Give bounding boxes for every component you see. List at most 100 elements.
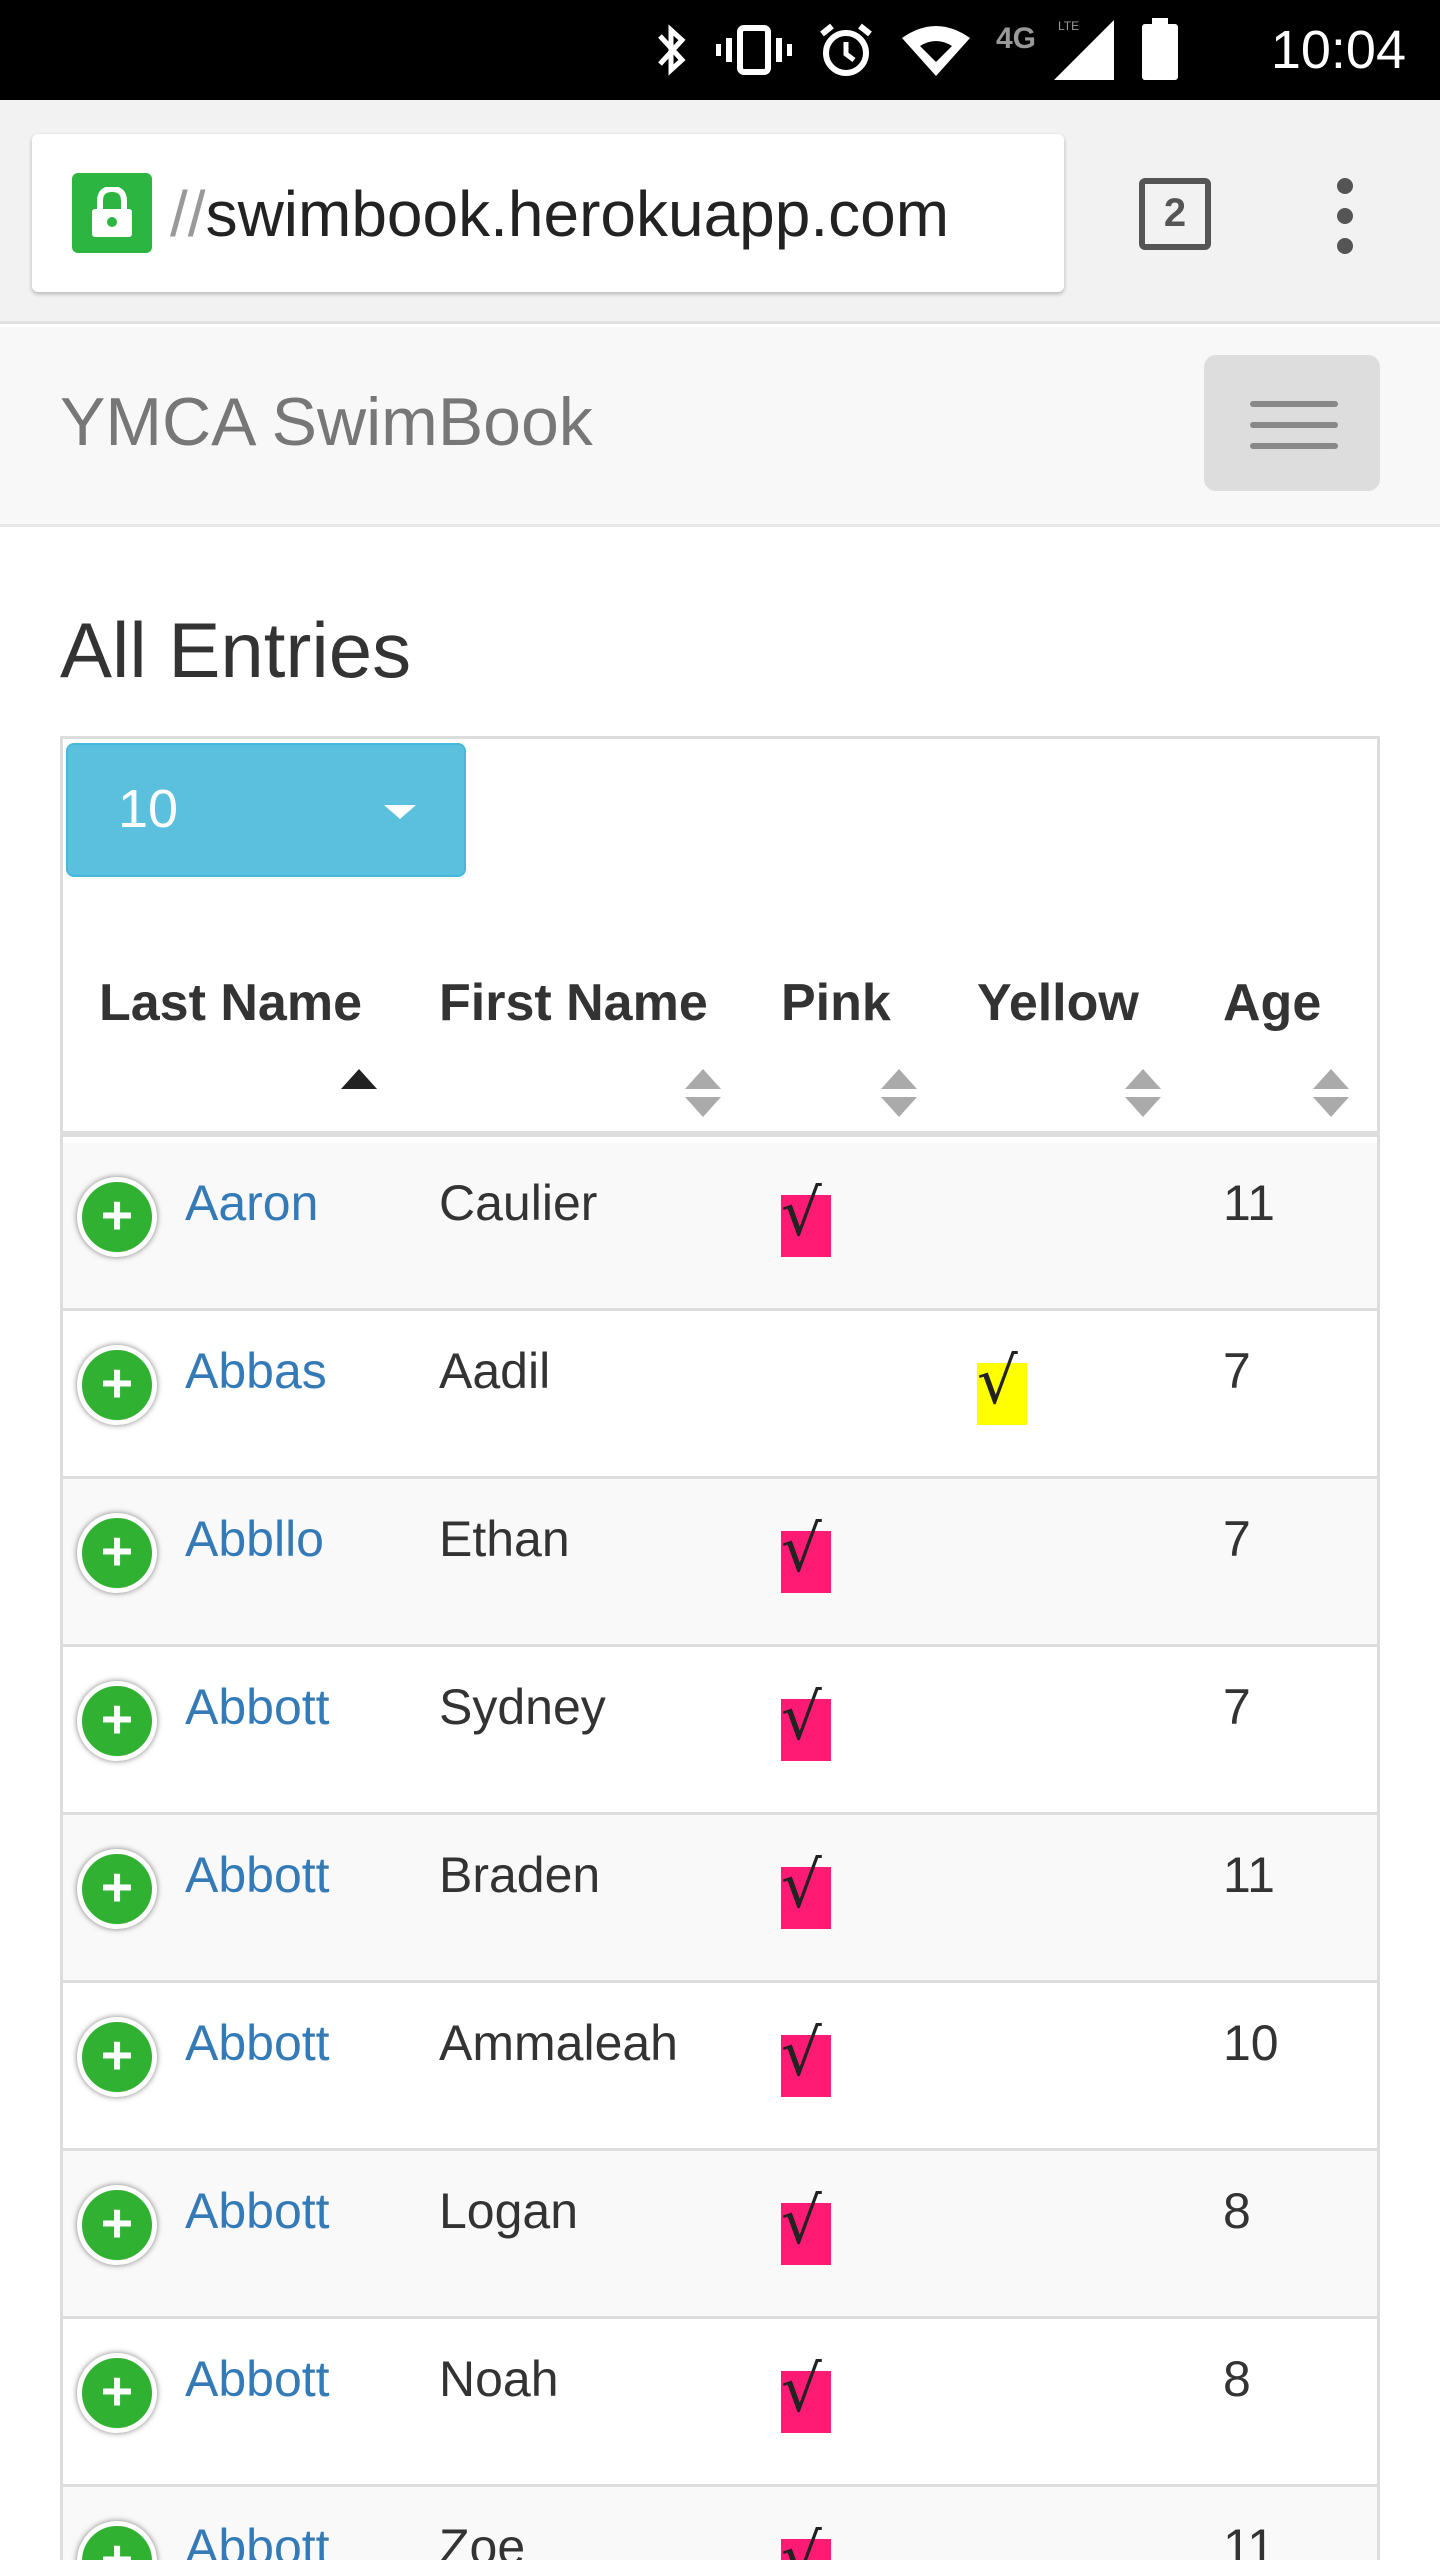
expand-row-icon[interactable]: + bbox=[77, 2017, 157, 2097]
age-cell: 10 bbox=[1223, 2015, 1279, 2071]
sort-both-icon bbox=[685, 1069, 721, 1121]
column-header-first-name[interactable]: First Name bbox=[403, 877, 747, 1137]
expand-row-icon[interactable]: + bbox=[77, 1513, 157, 1593]
lock-icon bbox=[72, 173, 152, 253]
first-name-cell: Aadil bbox=[439, 1343, 551, 1399]
pink-check-icon: √ bbox=[781, 2523, 831, 2560]
browser-menu-icon[interactable] bbox=[1330, 178, 1360, 254]
page-title: All Entries bbox=[60, 606, 412, 694]
svg-text:LTE: LTE bbox=[1058, 19, 1079, 33]
table-row: + Abbott Braden √ 11 bbox=[63, 1815, 1377, 1983]
column-header-pink[interactable]: Pink bbox=[747, 877, 943, 1137]
pink-check-icon: √ bbox=[781, 2019, 831, 2097]
age-cell: 8 bbox=[1223, 2183, 1251, 2239]
first-name-cell: Sydney bbox=[439, 1679, 606, 1735]
signal-icon: 4G LTE bbox=[996, 19, 1114, 80]
table-row: + Aaron Caulier √ 11 bbox=[63, 1143, 1377, 1311]
sort-both-icon bbox=[1313, 1069, 1349, 1121]
tab-switcher-button[interactable]: 2 bbox=[1139, 178, 1211, 250]
age-cell: 11 bbox=[1223, 1175, 1275, 1231]
last-name-link[interactable]: Abbott bbox=[185, 2347, 330, 2411]
caret-down-icon bbox=[384, 805, 416, 819]
nav-toggle-button[interactable] bbox=[1204, 355, 1380, 491]
expand-row-icon[interactable]: + bbox=[77, 1177, 157, 1257]
last-name-link[interactable]: Aaron bbox=[185, 1171, 318, 1235]
age-cell: 8 bbox=[1223, 2351, 1251, 2407]
status-icons: 4G LTE bbox=[652, 18, 1180, 82]
column-header-age[interactable]: Age bbox=[1187, 877, 1377, 1137]
first-name-cell: Zoe bbox=[439, 2519, 526, 2560]
first-name-cell: Caulier bbox=[439, 1175, 598, 1231]
last-name-link[interactable]: Abbllo bbox=[185, 1507, 324, 1571]
sort-both-icon bbox=[1125, 1069, 1161, 1121]
sort-both-icon bbox=[881, 1069, 917, 1121]
table-row: + Abbott Zoe √ 11 bbox=[63, 2487, 1377, 2560]
network-type-label: 4G bbox=[996, 22, 1036, 55]
first-name-cell: Ammaleah bbox=[439, 2015, 678, 2071]
url-scheme-fragment: // bbox=[170, 178, 206, 250]
pink-check-icon: √ bbox=[781, 1515, 831, 1593]
table-header: Last Name First Name Pink Yellow Age bbox=[63, 877, 1377, 1137]
checkmark-icon: √ bbox=[781, 2353, 822, 2427]
status-bar: 4G LTE 10:04 bbox=[0, 0, 1440, 100]
table-row: + Abbott Noah √ 8 bbox=[63, 2319, 1377, 2487]
battery-icon bbox=[1142, 18, 1178, 80]
expand-row-icon[interactable]: + bbox=[77, 1849, 157, 1929]
table-row: + Abbas Aadil √ 7 bbox=[63, 1311, 1377, 1479]
age-cell: 7 bbox=[1223, 1343, 1251, 1399]
entries-table: 10 Last Name First Name Pink Yellow Age … bbox=[60, 736, 1380, 2560]
column-header-yellow[interactable]: Yellow bbox=[943, 877, 1187, 1137]
table-row: + Abbott Sydney √ 7 bbox=[63, 1647, 1377, 1815]
table-row: + Abbott Logan √ 8 bbox=[63, 2151, 1377, 2319]
address-bar[interactable]: //swimbook.herokuapp.com bbox=[32, 134, 1064, 292]
pink-check-icon: √ bbox=[781, 1683, 831, 1761]
page-length-value: 10 bbox=[118, 779, 179, 839]
checkmark-icon: √ bbox=[781, 1681, 822, 1755]
checkmark-icon: √ bbox=[781, 1849, 822, 1923]
last-name-link[interactable]: Abbott bbox=[185, 2011, 330, 2075]
checkmark-icon: √ bbox=[977, 1345, 1018, 1419]
age-cell: 7 bbox=[1223, 1511, 1251, 1567]
expand-row-icon[interactable]: + bbox=[77, 1345, 157, 1425]
yellow-check-icon: √ bbox=[977, 1347, 1027, 1425]
checkmark-icon: √ bbox=[781, 2521, 822, 2560]
column-header-last-name[interactable]: Last Name bbox=[63, 877, 403, 1137]
expand-row-icon[interactable]: + bbox=[77, 2521, 157, 2560]
browser-toolbar: //swimbook.herokuapp.com 2 bbox=[0, 100, 1440, 324]
last-name-link[interactable]: Abbas bbox=[185, 1339, 327, 1403]
wifi-icon bbox=[902, 26, 970, 76]
checkmark-icon: √ bbox=[781, 1513, 822, 1587]
pink-check-icon: √ bbox=[781, 1851, 831, 1929]
clock: 10:04 bbox=[1270, 20, 1406, 80]
last-name-link[interactable]: Abbott bbox=[185, 2515, 330, 2560]
first-name-cell: Braden bbox=[439, 1847, 601, 1903]
age-cell: 11 bbox=[1223, 1847, 1275, 1903]
table-row: + Abbllo Ethan √ 7 bbox=[63, 1479, 1377, 1647]
pink-check-icon: √ bbox=[781, 1179, 831, 1257]
pink-check-icon: √ bbox=[781, 2187, 831, 2265]
pink-check-icon: √ bbox=[781, 2355, 831, 2433]
age-cell: 7 bbox=[1223, 1679, 1251, 1735]
checkmark-icon: √ bbox=[781, 1177, 822, 1251]
first-name-cell: Logan bbox=[439, 2183, 579, 2239]
age-cell: 11 bbox=[1223, 2519, 1275, 2560]
last-name-link[interactable]: Abbott bbox=[185, 2179, 330, 2243]
bluetooth-icon bbox=[658, 24, 686, 76]
checkmark-icon: √ bbox=[781, 2185, 822, 2259]
alarm-icon bbox=[820, 23, 872, 76]
last-name-link[interactable]: Abbott bbox=[185, 1675, 330, 1739]
url-host: swimbook.herokuapp.com bbox=[205, 178, 950, 250]
expand-row-icon[interactable]: + bbox=[77, 1681, 157, 1761]
page-length-select[interactable]: 10 bbox=[66, 743, 466, 877]
url-text[interactable]: //swimbook.herokuapp.com bbox=[170, 178, 949, 250]
expand-row-icon[interactable]: + bbox=[77, 2185, 157, 2265]
table-body: + Aaron Caulier √ 11 + Abbas Aadil √ 7 + Abbllo Etha… bbox=[63, 1143, 1377, 2560]
vibrate-icon bbox=[716, 25, 792, 75]
first-name-cell: Ethan bbox=[439, 1511, 570, 1567]
expand-row-icon[interactable]: + bbox=[77, 2353, 157, 2433]
sort-ascending-icon bbox=[341, 1069, 377, 1121]
app-navbar: YMCA SwimBook bbox=[0, 327, 1440, 527]
brand-link[interactable]: YMCA SwimBook bbox=[60, 377, 593, 467]
first-name-cell: Noah bbox=[439, 2351, 559, 2407]
last-name-link[interactable]: Abbott bbox=[185, 1843, 330, 1907]
